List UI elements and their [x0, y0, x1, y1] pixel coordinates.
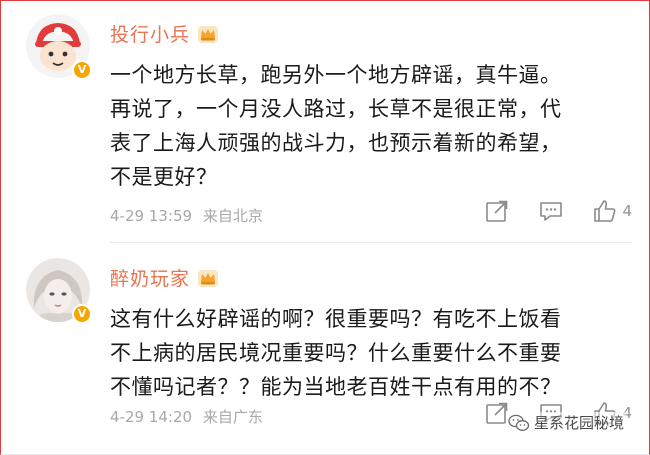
- comment-line: 这有什么好辟谣的啊？很重要吗？有吃不上饭看: [110, 307, 562, 331]
- verified-badge-icon: V: [72, 60, 92, 80]
- comment-line: 一个地方长草，跑另外一个地方辟谣，真牛逼。: [110, 63, 562, 87]
- avatar[interactable]: V: [26, 14, 92, 80]
- comment-location: 来自广东: [202, 408, 263, 426]
- comment-location: 来自北京: [202, 207, 263, 225]
- comment-username[interactable]: 醉奶玩家: [110, 264, 219, 291]
- crown-icon: [198, 25, 219, 43]
- username-text[interactable]: 投行小兵: [110, 20, 190, 47]
- comment-line: 不上病的居民境况重要吗？什么重要什么不重要: [110, 341, 562, 365]
- comment-date: 4-29 14:20: [110, 408, 193, 426]
- comment-username[interactable]: 投行小兵: [110, 20, 219, 47]
- verified-badge-icon: V: [72, 304, 92, 324]
- comment-line: 不懂吗记者？？能为当地老百姓干点有用的不？: [110, 375, 562, 399]
- comment-icon[interactable]: [538, 198, 564, 224]
- comment-line: 表了上海人顽强的战斗力，也预示着新的希望，: [110, 131, 562, 155]
- like-count: 4: [622, 202, 632, 220]
- avatar[interactable]: V: [26, 258, 92, 324]
- watermark: 星系花园秘境: [505, 412, 626, 433]
- comment-text: 一个地方长草，跑另外一个地方辟谣，真牛逼。 再说了，一个月没人路过，长草不是很正…: [110, 58, 630, 194]
- crown-icon: [198, 269, 219, 287]
- comment-date: 4-29 13:59: [110, 207, 193, 225]
- comment-actions: 4: [456, 198, 632, 224]
- comment-item: V 投行小兵 一个地方长草，跑另外一个地方辟谣，真牛逼。 再说了，一个月没人路过…: [0, 0, 650, 242]
- comment-text: 这有什么好辟谣的啊？很重要吗？有吃不上饭看 不上病的居民境况重要吗？什么重要什么…: [110, 302, 630, 404]
- like-icon[interactable]: [592, 198, 618, 224]
- comment-meta: 4-29 13:59 来自北京: [110, 205, 269, 226]
- username-text[interactable]: 醉奶玩家: [110, 264, 190, 291]
- comment-line: 不是更好？: [110, 165, 218, 189]
- comment-meta: 4-29 14:20 来自广东: [110, 406, 269, 427]
- watermark-text: 星系花园秘境: [533, 414, 624, 432]
- comment-line: 再说了，一个月没人路过，长草不是很正常，代: [110, 97, 562, 121]
- share-icon[interactable]: [484, 198, 510, 224]
- wechat-icon: [508, 414, 530, 431]
- comment-divider: [110, 242, 632, 243]
